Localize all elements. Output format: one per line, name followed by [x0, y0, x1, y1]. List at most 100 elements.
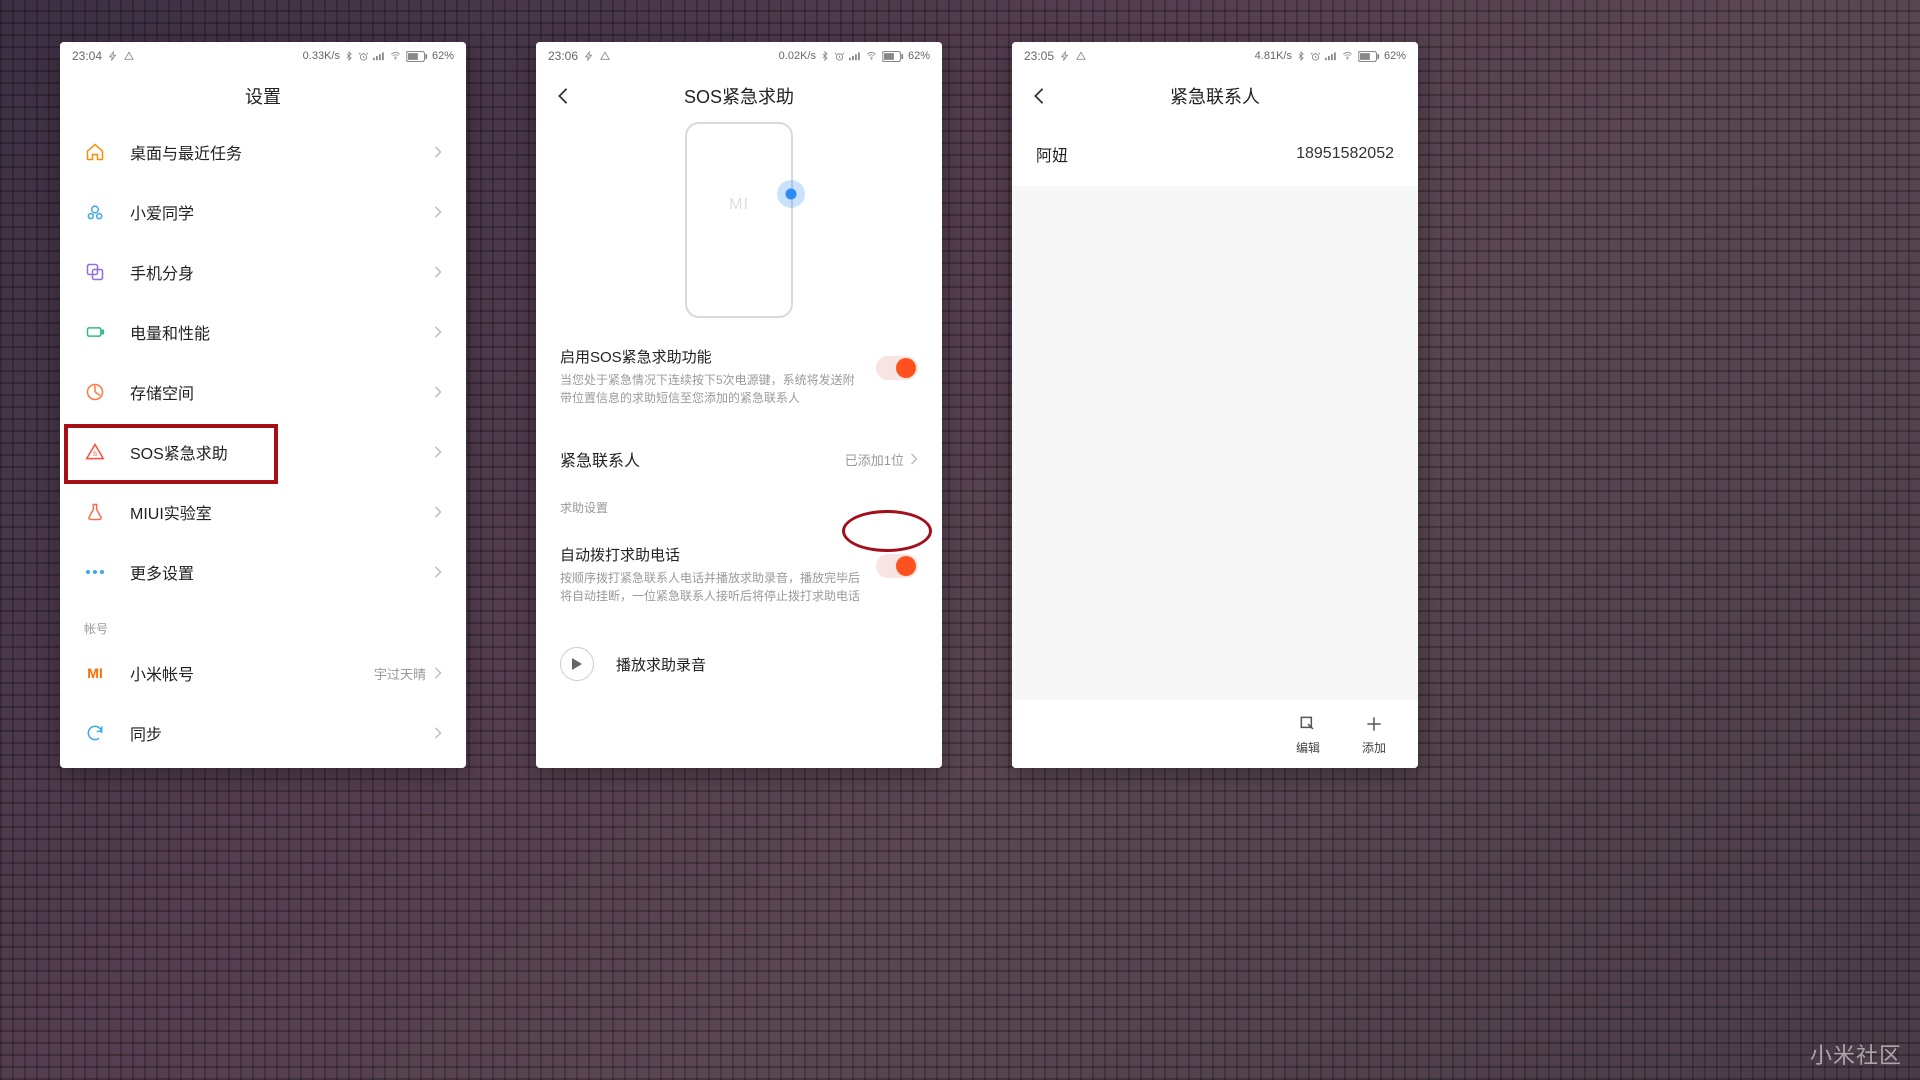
status-time: 23:06	[548, 49, 578, 63]
status-speed: 4.81K/s	[1255, 50, 1292, 62]
triangle-icon	[1076, 51, 1086, 61]
status-bar: 23:05 4.81K/s 62%	[1012, 42, 1418, 70]
add-label: 添加	[1362, 739, 1386, 756]
chevron-right-icon	[434, 667, 442, 679]
sos-content: MI 启用SOS紧急求助功能 当您处于紧急情况下连续按下5次电源键，系统将发送附…	[536, 122, 942, 768]
battery-icon	[882, 51, 904, 62]
chevron-right-icon	[434, 727, 442, 739]
contacts-content: 阿妞 18951582052 编辑 添加	[1012, 122, 1418, 768]
chevron-right-icon	[434, 446, 442, 458]
status-battery-pct: 62%	[1384, 50, 1406, 62]
setting-value: 宇过天晴	[374, 664, 426, 683]
edit-icon	[1297, 713, 1319, 735]
chevron-right-icon	[434, 206, 442, 218]
sos-enable-desc: 当您处于紧急情况下连续按下5次电源键，系统将发送附带位置信息的求助短信至您添加的…	[560, 371, 864, 407]
setting-storage[interactable]: 存储空间	[60, 362, 466, 422]
chevron-right-icon	[434, 266, 442, 278]
signal-icon	[1325, 51, 1337, 61]
battery-icon	[406, 51, 428, 62]
storage-icon	[84, 381, 106, 403]
status-time: 23:05	[1024, 49, 1054, 63]
emergency-contacts-row[interactable]: 紧急联系人 已添加1位	[536, 431, 942, 487]
triangle-icon	[124, 51, 134, 61]
back-button[interactable]	[1026, 83, 1052, 109]
bluetooth-icon	[1296, 50, 1306, 62]
setting-label: 小米帐号	[130, 661, 374, 685]
wifi-icon	[865, 51, 878, 61]
sync-icon	[84, 722, 106, 744]
edit-button[interactable]: 编辑	[1296, 713, 1320, 756]
flask-icon	[84, 501, 106, 523]
back-button[interactable]	[550, 83, 576, 109]
setting-sync[interactable]: 同步	[60, 703, 466, 763]
mi-logo-icon: MI	[84, 662, 106, 684]
setting-label: 存储空间	[130, 380, 434, 404]
flash-icon	[108, 51, 118, 61]
ai-icon	[84, 201, 106, 223]
contact-number: 18951582052	[1296, 145, 1394, 163]
setting-xiaoai[interactable]: 小爱同学	[60, 182, 466, 242]
status-battery-pct: 62%	[432, 50, 454, 62]
phone-contacts: 23:05 4.81K/s 62% 紧急联系人 阿妞	[1012, 42, 1418, 768]
play-button[interactable]	[560, 647, 594, 681]
sos-enable-toggle[interactable]	[876, 356, 918, 380]
page-title: 紧急联系人	[1170, 83, 1260, 109]
play-label: 播放求助录音	[616, 654, 706, 675]
contact-name: 阿妞	[1036, 142, 1068, 166]
setting-desktop-recent[interactable]: 桌面与最近任务	[60, 122, 466, 182]
mi-logo-icon: MI	[729, 196, 749, 214]
status-speed: 0.02K/s	[779, 50, 816, 62]
setting-battery-perf[interactable]: 电量和性能	[60, 302, 466, 362]
title-bar: 紧急联系人	[1012, 70, 1418, 122]
add-button[interactable]: 添加	[1362, 713, 1386, 756]
status-time: 23:04	[72, 49, 102, 63]
signal-icon	[373, 51, 385, 61]
mini-phone-icon: MI	[685, 122, 793, 318]
dual-icon	[84, 261, 106, 283]
alarm-icon	[834, 51, 845, 62]
phone-sos-detail: 23:06 0.02K/s 62% SOS紧急求助	[536, 42, 942, 768]
setting-miui-lab[interactable]: MIUI实验室	[60, 482, 466, 542]
empty-area	[1012, 186, 1418, 700]
setting-label: 电量和性能	[130, 320, 434, 344]
plus-icon	[1363, 713, 1385, 735]
setting-more[interactable]: 更多设置	[60, 542, 466, 602]
status-bar: 23:06 0.02K/s 62%	[536, 42, 942, 70]
alarm-icon	[358, 51, 369, 62]
settings-content: 桌面与最近任务 小爱同学 手机分身 电量和性能	[60, 122, 466, 768]
setting-label: SOS紧急求助	[130, 440, 434, 464]
auto-dial-title: 自动拨打求助电话	[560, 544, 864, 565]
flash-icon	[1060, 51, 1070, 61]
sos-enable-row[interactable]: 启用SOS紧急求助功能 当您处于紧急情况下连续按下5次电源键，系统将发送附带位置…	[560, 332, 918, 421]
sos-settings-header: 求助设置	[536, 487, 942, 520]
battery-perf-icon	[84, 321, 106, 343]
wifi-icon	[1341, 51, 1354, 61]
chevron-right-icon	[434, 326, 442, 338]
status-bar: 23:04 0.33K/s 62%	[60, 42, 466, 70]
svg-text:S: S	[93, 451, 98, 458]
setting-mi-account[interactable]: MI 小米帐号 宇过天晴	[60, 643, 466, 703]
setting-sos[interactable]: S SOS紧急求助	[60, 422, 466, 482]
auto-dial-row[interactable]: 自动拨打求助电话 按顺序拨打紧急联系人电话并播放求助录音，播放完毕后将自动挂断，…	[560, 530, 918, 619]
power-button-pulse-icon	[777, 180, 805, 208]
triangle-icon	[600, 51, 610, 61]
contact-row[interactable]: 阿妞 18951582052	[1012, 122, 1418, 186]
chevron-right-icon	[434, 506, 442, 518]
auto-dial-toggle[interactable]	[876, 554, 918, 578]
setting-dual-apps[interactable]: 手机分身	[60, 242, 466, 302]
home-icon	[84, 141, 106, 163]
page-title: SOS紧急求助	[684, 83, 794, 109]
flash-icon	[584, 51, 594, 61]
chevron-right-icon	[434, 566, 442, 578]
title-bar: SOS紧急求助	[536, 70, 942, 122]
battery-icon	[1358, 51, 1380, 62]
play-sos-audio-row[interactable]: 播放求助录音	[536, 629, 942, 699]
wifi-icon	[389, 51, 402, 61]
sos-enable-title: 启用SOS紧急求助功能	[560, 346, 864, 367]
setting-label: 更多设置	[130, 560, 434, 584]
chevron-right-icon	[434, 386, 442, 398]
more-icon	[84, 561, 106, 583]
setting-label: 同步	[130, 721, 434, 745]
bluetooth-icon	[344, 50, 354, 62]
emergency-contacts-title: 紧急联系人	[560, 447, 640, 471]
